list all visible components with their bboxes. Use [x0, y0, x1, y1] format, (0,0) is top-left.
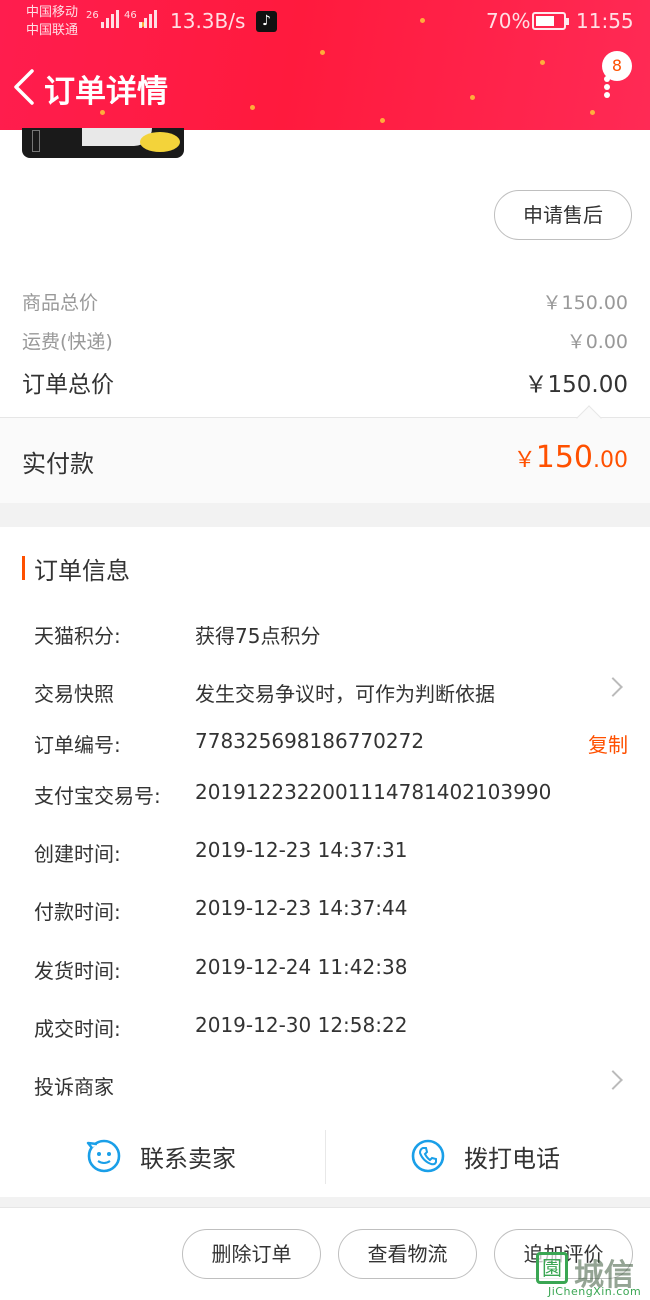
tiktok-icon: ♪ — [256, 11, 277, 32]
chat-smile-icon — [86, 1139, 121, 1173]
complain-label: 投诉商家 — [34, 1075, 114, 1099]
divider — [325, 1130, 326, 1184]
view-logistics-button[interactable]: 查看物流 — [338, 1229, 477, 1279]
back-arrow-icon[interactable] — [12, 68, 36, 106]
call-phone-button[interactable]: 拨打电话 — [410, 1138, 560, 1174]
call-phone-label: 拨打电话 — [464, 1144, 560, 1173]
paid-amount-box: 实付款 ￥150.00 — [0, 405, 650, 503]
created-time-label: 创建时间: — [34, 842, 121, 866]
delete-order-button[interactable]: 删除订单 — [182, 1229, 321, 1279]
page-title: 订单详情 — [44, 74, 168, 110]
clock: 11:55 — [576, 9, 634, 33]
goods-total-value: ￥150.00 — [542, 292, 628, 314]
deal-time-label: 成交时间: — [34, 1017, 121, 1041]
paid-currency: ￥ — [513, 448, 536, 473]
signal-icon-1: 26 — [86, 10, 119, 28]
snapshot-label: 交易快照 — [34, 682, 114, 706]
points-label: 天猫积分: — [34, 624, 121, 648]
after-sale-button[interactable]: 申请售后 — [494, 190, 632, 240]
watermark-icon: 園 — [536, 1252, 568, 1284]
contact-bar: 联系卖家 拨打电话 — [0, 1120, 650, 1196]
network-speed: 13.3B/s — [170, 9, 246, 33]
order-number-label: 订单编号: — [34, 733, 121, 757]
paid-value: ￥150.00 — [514, 440, 628, 475]
paid-integer: 150 — [535, 440, 593, 475]
order-total-label: 订单总价 — [22, 372, 114, 398]
product-thumbnail[interactable] — [22, 128, 184, 158]
carrier-names: 中国移动 中国联通 — [26, 4, 78, 40]
chevron-right-icon — [603, 1070, 623, 1090]
alipay-value: 2019122322001114781402103990 — [195, 780, 552, 804]
alipay-label: 支付宝交易号: — [34, 784, 161, 808]
contact-seller-label: 联系卖家 — [140, 1144, 236, 1173]
shipping-value: ￥0.00 — [566, 331, 628, 353]
paid-label: 实付款 — [22, 450, 94, 478]
copy-button[interactable]: 复制 — [588, 729, 628, 758]
carrier-1: 中国移动 — [26, 5, 79, 20]
snapshot-value: 发生交易争议时，可作为判断依据 — [195, 682, 495, 706]
price-panel: 申请售后 商品总价 ￥150.00 运费(快递) ￥0.00 订单总价 ￥150… — [0, 128, 650, 417]
battery-percent: 70% — [486, 9, 531, 33]
watermark-logo: 園 城信 JiChengXin.com — [534, 1248, 650, 1300]
order-info-title: 订单信息 — [22, 551, 130, 586]
shipping-label: 运费(快递) — [22, 331, 113, 353]
network-type-1: 26 — [86, 10, 99, 21]
order-number-value: 778325698186770272 — [195, 729, 425, 753]
created-time-value: 2019-12-23 14:37:31 — [195, 838, 408, 862]
shipped-time-label: 发货时间: — [34, 959, 121, 983]
message-badge[interactable]: 8 — [602, 51, 632, 81]
phone-icon — [411, 1139, 445, 1173]
order-info-card: 订单信息 天猫积分: 获得75点积分 交易快照 发生交易争议时，可作为判断依据 … — [0, 527, 650, 1197]
battery-icon — [532, 12, 569, 30]
watermark-url: JiChengXin.com — [548, 1285, 642, 1298]
deal-time-value: 2019-12-30 12:58:22 — [195, 1013, 408, 1037]
contact-seller-button[interactable]: 联系卖家 — [86, 1138, 236, 1174]
header-bar: 中国移动 中国联通 26 46 13.3B/s ♪ 70% 11:55 订单详情… — [0, 0, 650, 130]
battery-level-fill — [536, 16, 554, 26]
paid-time-label: 付款时间: — [34, 900, 121, 924]
goods-total-label: 商品总价 — [22, 292, 99, 314]
paid-time-value: 2019-12-23 14:37:44 — [195, 896, 408, 920]
network-type-2: 46 — [124, 10, 137, 21]
points-value: 获得75点积分 — [195, 624, 321, 648]
status-bar: 中国移动 中国联通 26 46 13.3B/s ♪ 70% 11:55 — [0, 0, 650, 44]
signal-icon-2: 46 — [124, 10, 157, 28]
chevron-right-icon — [603, 677, 623, 697]
shipped-time-value: 2019-12-24 11:42:38 — [195, 955, 408, 979]
carrier-2: 中国联通 — [26, 23, 79, 38]
paid-decimal: .00 — [593, 448, 628, 473]
order-total-value: ￥150.00 — [524, 372, 628, 398]
